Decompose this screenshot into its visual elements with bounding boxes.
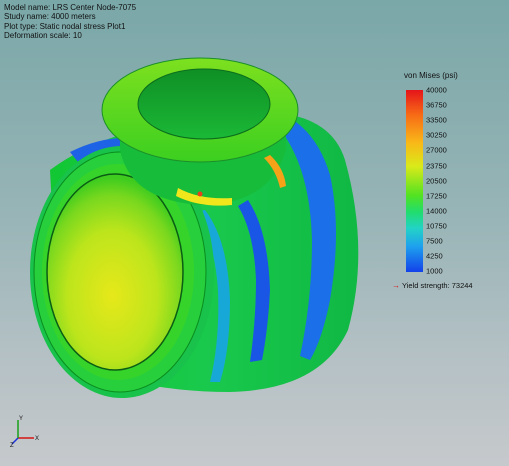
stress-model-render[interactable]	[0, 0, 509, 466]
legend-tick: 30250	[426, 130, 447, 140]
yield-arrow-icon: →	[392, 281, 400, 290]
axis-triad-icon[interactable]: X Y Z	[10, 414, 42, 448]
legend-tick: 20500	[426, 176, 447, 186]
axis-x-label: X	[35, 436, 39, 442]
axis-z-label: Z	[10, 443, 14, 448]
legend-tick: 1000	[426, 266, 443, 276]
legend-tick: 27000	[426, 145, 447, 155]
axis-y-label: Y	[19, 416, 23, 422]
stress-hotspot-3	[197, 191, 203, 197]
yield-strength-row: → Yield strength: 73244	[392, 281, 473, 290]
bore-interior	[46, 173, 184, 371]
yield-strength-label: Yield strength: 73244	[402, 281, 473, 290]
legend-tick: 36750	[426, 100, 447, 110]
legend-tick: 14000	[426, 206, 447, 216]
legend-tick: 7500	[426, 236, 443, 246]
legend-tick: 4250	[426, 251, 443, 261]
legend-title: von Mises (psi)	[404, 71, 458, 80]
legend-color-bar	[406, 90, 423, 272]
legend-tick: 10750	[426, 221, 447, 231]
graphics-viewport[interactable]: Model name: LRS Center Node-7075 Study n…	[0, 0, 509, 466]
legend-tick: 23750	[426, 161, 447, 171]
legend-tick: 17250	[426, 191, 447, 201]
top-boss-hole	[137, 68, 271, 140]
legend-tick: 40000	[426, 85, 447, 95]
legend-tick: 33500	[426, 115, 447, 125]
